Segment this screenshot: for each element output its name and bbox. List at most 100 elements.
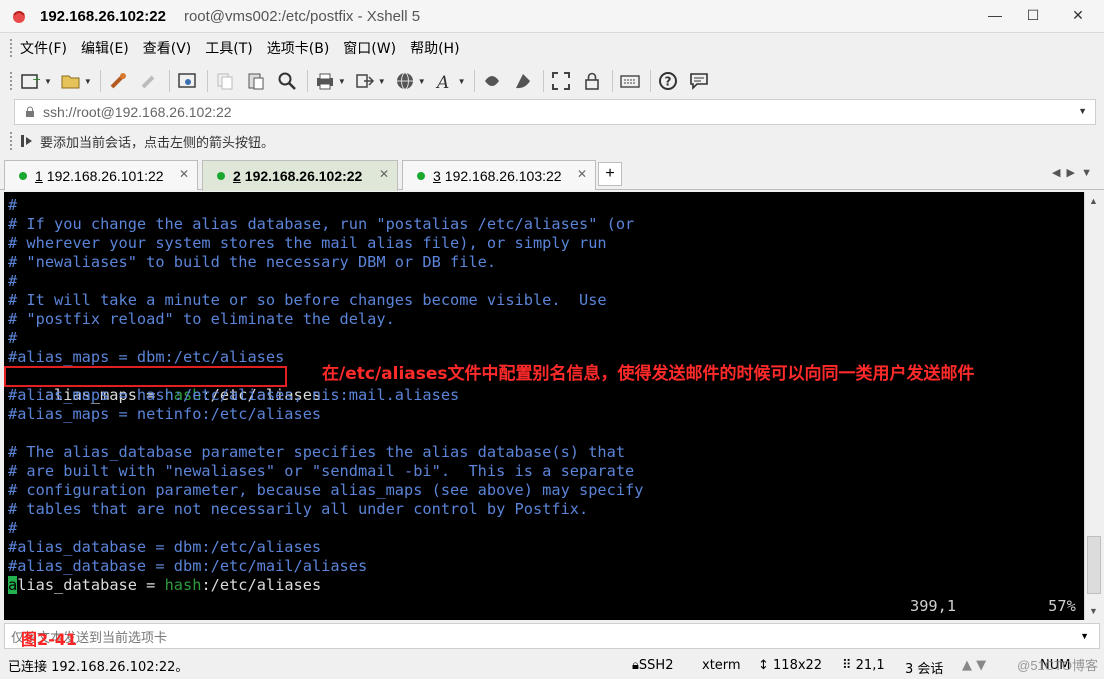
terminal-line: #alias_maps = hash:/etc/aliases, nis:mai… xyxy=(8,386,460,404)
terminal-line: #alias_database = dbm:/etc/mail/aliases xyxy=(8,557,368,575)
session-count: 3 会话 xyxy=(905,662,944,677)
terminal-size: ↕ 118x22 xyxy=(758,658,823,673)
menu-window[interactable]: 窗口(W) xyxy=(343,38,396,58)
terminal-line: # xyxy=(8,329,18,347)
address-bar[interactable]: ssh://root@192.168.26.102:22 ▼ xyxy=(14,99,1096,125)
terminal-line: # configuration parameter, because alias… xyxy=(8,481,644,499)
tab-close-icon[interactable]: ✕ xyxy=(577,167,587,181)
connected-status-icon xyxy=(217,172,225,180)
globe-icon[interactable] xyxy=(394,70,416,92)
xshell-logo-icon xyxy=(13,11,25,23)
menu-file[interactable]: 文件(F) xyxy=(20,38,67,58)
close-button[interactable]: ✕ xyxy=(1052,0,1104,30)
menu-help[interactable]: 帮助(H) xyxy=(410,38,459,58)
scroll-down-icon[interactable]: ▼ xyxy=(1089,606,1098,616)
properties-icon[interactable] xyxy=(176,70,198,92)
menu-grip xyxy=(10,39,14,57)
address-dropdown-icon[interactable]: ▼ xyxy=(1078,106,1087,116)
maximize-button[interactable]: ☐ xyxy=(1014,0,1052,30)
xmanager-icon[interactable] xyxy=(512,70,534,92)
tab-label: 192.168.26.103:22 xyxy=(444,167,562,184)
menu-view[interactable]: 查看(V) xyxy=(143,38,192,58)
watermark: @51CTO博客 xyxy=(1017,658,1098,673)
lock-icon: 🔒︎ xyxy=(632,658,639,673)
connected-status-icon xyxy=(19,171,27,180)
terminal-line: # The alias_database parameter specifies… xyxy=(8,443,626,461)
highlight-box xyxy=(4,366,287,387)
fullscreen-icon[interactable] xyxy=(550,70,572,92)
lock-icon xyxy=(26,106,34,117)
terminal-type: xterm xyxy=(702,658,741,673)
tab-session-1[interactable]: 1 192.168.26.101:22 ✕ xyxy=(4,160,198,190)
svg-text:A: A xyxy=(435,73,449,91)
menu-bar: 文件(F) 编辑(E) 查看(V) 工具(T) 选项卡(B) 窗口(W) 帮助(… xyxy=(0,34,1104,62)
scroll-up-icon[interactable]: ▲ xyxy=(1089,196,1098,206)
tab-session-3[interactable]: 3 192.168.26.103:22 ✕ xyxy=(402,160,596,190)
menu-edit[interactable]: 编辑(E) xyxy=(81,38,129,58)
transfer-dropdown-icon[interactable]: ▼ xyxy=(378,77,386,86)
new-session-dropdown-icon[interactable]: ▼ xyxy=(44,77,52,86)
connection-status: 已连接 192.168.26.102:22。 xyxy=(8,659,189,675)
open-folder-icon[interactable] xyxy=(60,70,82,92)
minimize-button[interactable]: — xyxy=(976,0,1014,30)
title-bar: 192.168.26.102:22 root@vms002:/etc/postf… xyxy=(0,0,1104,33)
session-hint-text: 要添加当前会话，点击左侧的箭头按钮。 xyxy=(40,135,275,151)
terminal-screen[interactable]: # # If you change the alias database, ru… xyxy=(4,192,1084,620)
toolbar: + ▼ ▼ ▼ ▼ ▼ A ▼ ? xyxy=(0,64,1104,98)
new-tab-button[interactable]: + xyxy=(598,162,622,186)
menu-tools[interactable]: 工具(T) xyxy=(205,38,252,58)
font-dropdown-icon[interactable]: ▼ xyxy=(458,77,466,86)
new-session-icon[interactable]: + xyxy=(20,70,42,92)
status-nav-arrows-icon[interactable]: ▲ ▼ xyxy=(962,658,986,673)
help-icon[interactable]: ? xyxy=(657,70,679,92)
find-icon[interactable] xyxy=(276,70,298,92)
tab-session-2[interactable]: 2 192.168.26.102:22 ✕ xyxy=(202,160,398,191)
vim-status: 399,1 57% xyxy=(910,597,1076,616)
resize-icon: ↕ xyxy=(758,658,774,673)
open-dropdown-icon[interactable]: ▼ xyxy=(84,77,92,86)
terminal-line: # tables that are not necessarily all un… xyxy=(8,500,589,518)
connected-status-icon xyxy=(417,171,425,180)
tab-close-icon[interactable]: ✕ xyxy=(179,167,189,181)
compose-bar[interactable]: 仅将文本发送到当前选项卡 图2-41 ▼ xyxy=(4,623,1100,649)
keyboard-icon[interactable] xyxy=(619,70,641,92)
print-dropdown-icon[interactable]: ▼ xyxy=(338,77,346,86)
window-title: root@vms002:/etc/postfix - Xshell 5 xyxy=(183,7,421,25)
status-bar: 已连接 192.168.26.102:22。 🔒︎SSH2 xterm ↕ 11… xyxy=(0,651,1104,679)
disconnect-icon[interactable] xyxy=(138,70,160,92)
scrollbar-thumb[interactable] xyxy=(1087,536,1101,594)
print-icon[interactable] xyxy=(314,70,336,92)
compose-dropdown-icon[interactable]: ▼ xyxy=(1080,631,1089,641)
address-input[interactable]: ssh://root@192.168.26.102:22 xyxy=(43,104,232,120)
paste-icon[interactable] xyxy=(245,70,267,92)
terminal-line: # xyxy=(8,519,18,537)
reconnect-icon[interactable] xyxy=(107,70,129,92)
globe-dropdown-icon[interactable]: ▼ xyxy=(418,77,426,86)
xftp-icon[interactable] xyxy=(481,70,503,92)
lock-icon[interactable] xyxy=(581,70,603,92)
alias-database-line: alias_database = hash:/etc/aliases xyxy=(8,576,322,594)
terminal-line: # It will take a minute or so before cha… xyxy=(8,291,607,309)
terminal-line: # "newaliases" to build the necessary DB… xyxy=(8,253,497,271)
bookmark-arrow-icon[interactable] xyxy=(20,134,34,148)
terminal-line: # xyxy=(8,272,18,290)
transfer-icon[interactable] xyxy=(354,70,376,92)
svg-text:+: + xyxy=(32,73,41,86)
terminal-scrollbar[interactable]: ▲ ▼ xyxy=(1084,192,1102,620)
tab-scroll-arrows-icon[interactable]: ◀ ▶ ▼ xyxy=(1052,166,1092,179)
copy-icon[interactable] xyxy=(214,70,236,92)
terminal-line: #alias_maps = netinfo:/etc/aliases xyxy=(8,405,322,423)
font-icon[interactable]: A xyxy=(434,70,456,92)
terminal-line: # If you change the alias database, run … xyxy=(8,215,635,233)
cursor-status: ⠿ 21,1 xyxy=(842,658,885,673)
terminal-line: # "postfix reload" to eliminate the dela… xyxy=(8,310,395,328)
tab-close-icon[interactable]: ✕ xyxy=(379,167,389,181)
menu-tabs[interactable]: 选项卡(B) xyxy=(267,38,330,58)
window-title-host: 192.168.26.102:22 xyxy=(40,7,166,25)
chat-icon[interactable] xyxy=(688,70,710,92)
terminal-cursor: a xyxy=(8,576,18,594)
toolbar-grip xyxy=(10,72,14,90)
cursor-position: 399,1 xyxy=(910,597,957,615)
terminal-line: # wherever your system stores the mail a… xyxy=(8,234,607,252)
